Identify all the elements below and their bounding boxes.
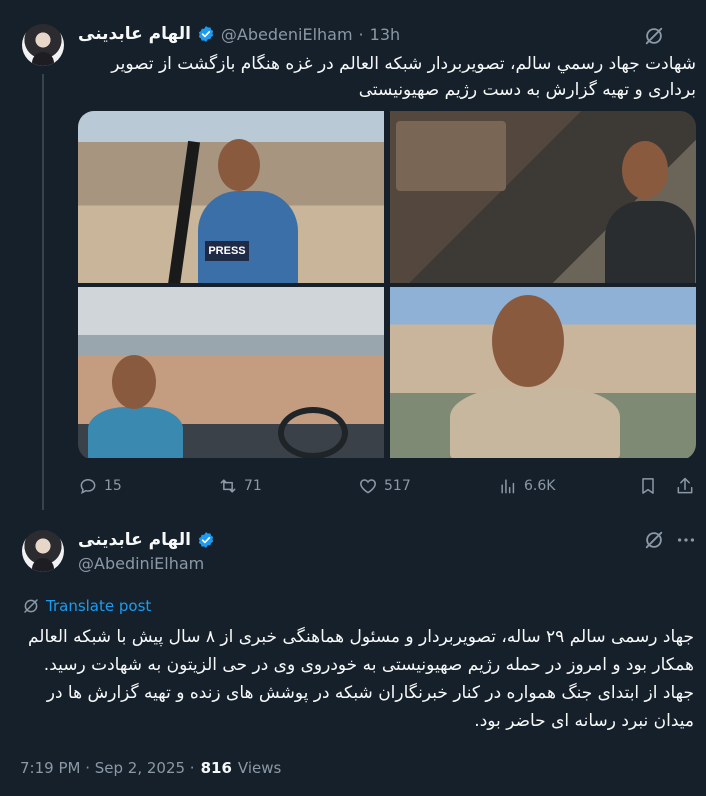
person-head [492, 295, 564, 387]
like-count: 517 [384, 478, 411, 494]
separator: · [358, 24, 364, 44]
photo-portrait-city[interactable] [390, 287, 696, 458]
author-handle[interactable]: @AbedeniElham [221, 25, 353, 44]
media-grid: PRESS [78, 111, 696, 460]
reply-count: 15 [104, 478, 122, 494]
person-head [112, 355, 156, 409]
reply-button[interactable]: 15 [78, 476, 122, 496]
person-vest [198, 191, 298, 283]
translate-post-link[interactable]: Translate post [22, 597, 151, 615]
repost-button[interactable]: 71 [218, 476, 262, 496]
press-label: PRESS [205, 241, 249, 261]
translate-icon [24, 599, 38, 613]
tweet-1-header: الهام عابدینی @AbedeniElham · 13h [78, 24, 400, 44]
photo-selfie-ruins[interactable] [390, 111, 696, 283]
translate-label: Translate post [46, 597, 152, 615]
tweet-1-text-line-2: برداری و تهیه گزارش به دست رژیم صهیونیست… [358, 80, 696, 100]
verified-badge-icon [198, 26, 214, 42]
author-handle[interactable]: @AbediniElham [78, 554, 204, 573]
avatar[interactable] [22, 530, 64, 572]
views-count: 6.6K [524, 478, 556, 494]
views-label: Views [237, 759, 282, 777]
like-icon [360, 479, 376, 494]
verified-badge-icon [198, 532, 214, 548]
person-shirt [450, 387, 620, 458]
person-head [218, 139, 260, 191]
person-head [622, 141, 668, 199]
tweet-1-text-line-1: شهادت جهاد رسمي سالم، تصویربردار شبکه ال… [111, 54, 696, 74]
share-icon [677, 477, 693, 494]
person-shirt [605, 201, 695, 283]
reply-icon [80, 478, 96, 495]
post-time[interactable]: 13h [370, 25, 401, 44]
more-icon[interactable] [675, 529, 697, 551]
steering-wheel [278, 407, 348, 458]
author-name[interactable]: الهام عابدینی [78, 530, 191, 550]
tweet-1-text: شهادت جهاد رسمي سالم، تصویربردار شبکه ال… [78, 51, 696, 103]
bookmark-icon [642, 478, 654, 494]
like-button[interactable]: 517 [358, 476, 411, 496]
post-meta: 7:19 PM · Sep 2, 2025 · 816 Views [20, 759, 281, 777]
photo-cameraman-with-tripod[interactable]: PRESS [78, 111, 384, 283]
views-icon [501, 479, 515, 494]
person-jacket [88, 407, 183, 458]
ruined-building [396, 121, 506, 191]
thread-connector-line [42, 74, 44, 510]
repost-count: 71 [244, 478, 262, 494]
tweet-1-actions: 15 71 517 6.6K [78, 476, 698, 500]
grok-icon[interactable] [643, 529, 665, 551]
avatar[interactable] [22, 24, 64, 66]
grok-icon[interactable] [643, 25, 665, 47]
views-button[interactable]: 6.6K [498, 476, 555, 496]
tripod [167, 140, 201, 283]
author-name[interactable]: الهام عابدینی [78, 24, 191, 44]
tweet-2-name-row: الهام عابدینی [78, 530, 215, 550]
share-button[interactable] [675, 476, 695, 496]
post-timestamp[interactable]: 7:19 PM · Sep 2, 2025 · [20, 759, 195, 777]
tweet-2-body: جهاد رسمی سالم ۲۹ ساله، تصویربردار و مسئ… [27, 627, 694, 731]
photo-in-car[interactable] [78, 287, 384, 458]
repost-icon [220, 479, 236, 493]
bookmark-button[interactable] [638, 476, 658, 496]
views-count: 816 [200, 759, 232, 777]
